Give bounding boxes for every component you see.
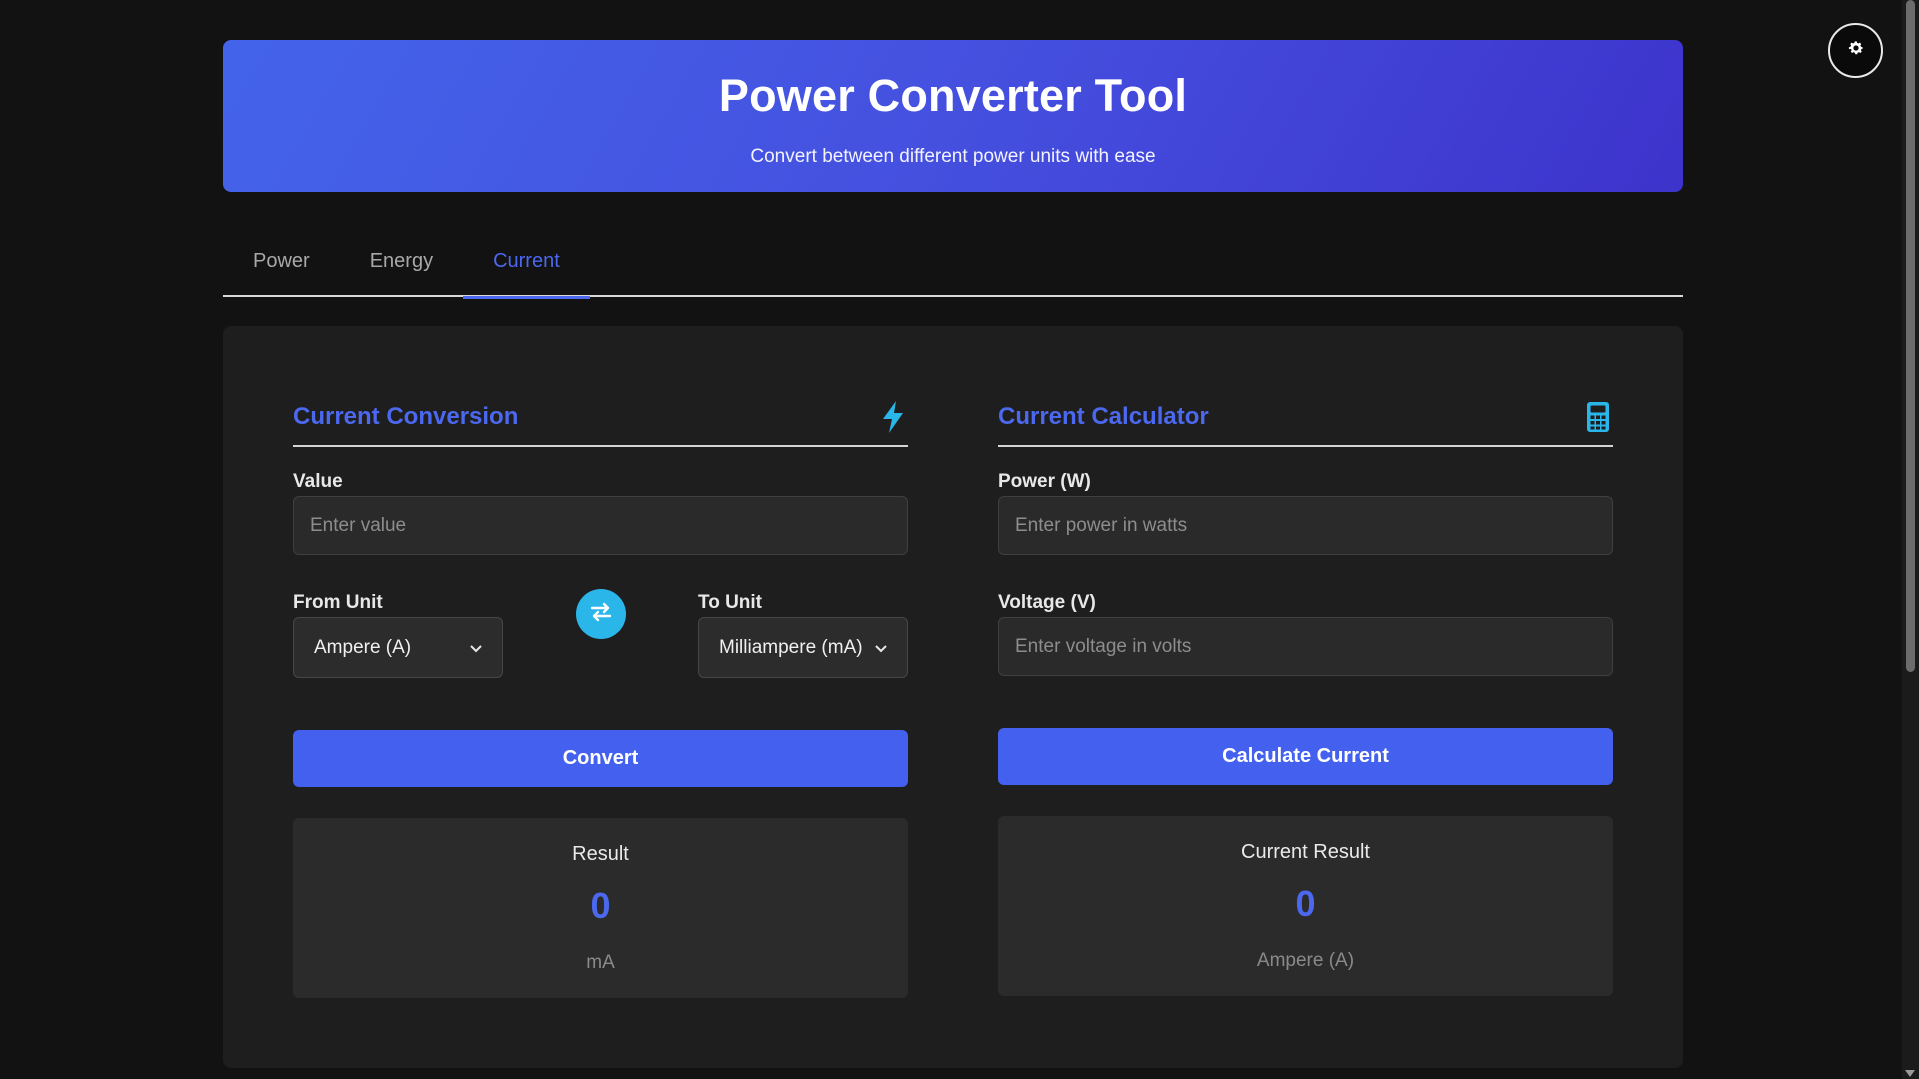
result-title: Current Result — [1241, 841, 1370, 863]
value-input[interactable] — [293, 496, 908, 555]
card-header: Current Calculator — [998, 399, 1613, 447]
calculator-result-box: Current Result 0 Ampere (A) — [998, 816, 1613, 996]
tab-current[interactable]: Current — [463, 232, 590, 299]
calculator-icon — [1583, 399, 1613, 435]
page: Power Converter Tool Convert between dif… — [0, 0, 1919, 1079]
swap-arrows-icon — [589, 601, 613, 628]
power-input[interactable] — [998, 496, 1613, 555]
to-unit-label: To Unit — [698, 592, 763, 613]
scrollbar[interactable] — [1902, 0, 1919, 1079]
swap-units-button[interactable] — [576, 589, 626, 639]
from-unit-select[interactable]: Ampere (A) — [293, 617, 503, 678]
to-unit-select[interactable]: Milliampere (mA) — [698, 617, 908, 678]
lightning-icon — [878, 399, 908, 435]
conversion-result-box: Result 0 mA — [293, 818, 908, 998]
result-title: Result — [572, 843, 629, 865]
tab-panel-current: Current Conversion Value From Unit Amper… — [223, 326, 1683, 1068]
calculate-current-button[interactable]: Calculate Current — [998, 728, 1613, 785]
result-value: 0 — [590, 885, 611, 926]
scroll-down-arrow-icon[interactable] — [1905, 1070, 1915, 1077]
voltage-input[interactable] — [998, 617, 1613, 676]
page-title: Power Converter Tool — [718, 70, 1188, 121]
chevron-down-icon — [470, 637, 482, 659]
gear-icon — [1847, 39, 1865, 62]
card-title: Current Conversion — [293, 403, 519, 430]
theme-toggle-button[interactable] — [1828, 23, 1883, 78]
result-unit: mA — [586, 952, 615, 973]
from-unit-selected: Ampere (A) — [314, 636, 412, 658]
convert-button[interactable]: Convert — [293, 730, 908, 787]
tab-power[interactable]: Power — [223, 232, 340, 297]
main-container: Power Converter Tool Convert between dif… — [223, 40, 1683, 1068]
voltage-label: Voltage (V) — [998, 592, 1096, 613]
card-header: Current Conversion — [293, 399, 908, 447]
to-unit-selected: Milliampere (mA) — [719, 636, 863, 658]
from-unit-label: From Unit — [293, 592, 383, 613]
result-value: 0 — [1295, 883, 1316, 924]
header-banner: Power Converter Tool Convert between dif… — [223, 40, 1683, 192]
page-subtitle: Convert between different power units wi… — [750, 146, 1156, 167]
chevron-down-icon — [875, 637, 887, 659]
power-label: Power (W) — [998, 471, 1091, 492]
card-title: Current Calculator — [998, 403, 1209, 430]
value-label: Value — [293, 471, 343, 492]
tab-bar: Power Energy Current — [223, 232, 1683, 299]
scrollbar-thumb[interactable] — [1906, 0, 1915, 672]
tab-energy[interactable]: Energy — [340, 232, 463, 297]
result-unit: Ampere (A) — [1256, 950, 1355, 971]
